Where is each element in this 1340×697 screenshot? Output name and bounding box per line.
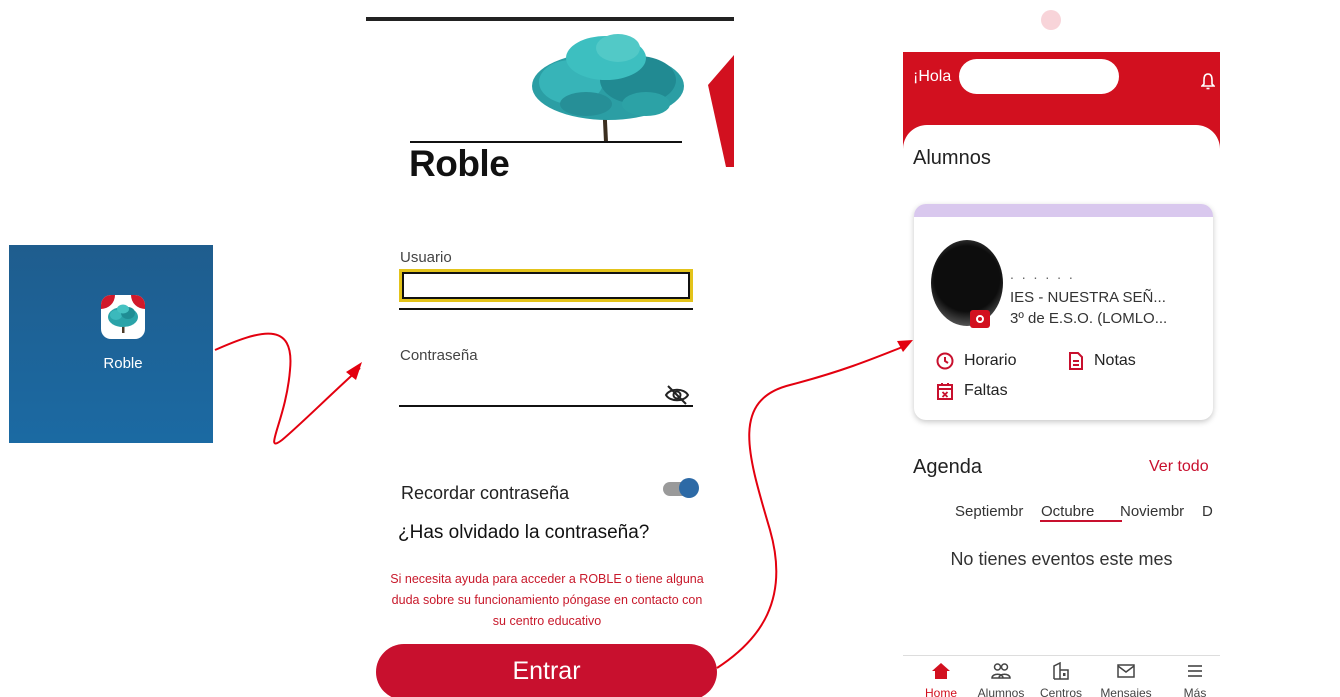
card-accent — [914, 204, 1213, 217]
calendar-x-icon — [937, 383, 953, 400]
nav-centers[interactable]: Centros — [1031, 656, 1091, 697]
password-input[interactable] — [399, 378, 659, 404]
people-icon — [991, 663, 1011, 679]
student-name: . . . . . . — [1010, 266, 1075, 282]
document-icon — [1069, 352, 1083, 370]
arrow-head-1 — [346, 362, 362, 380]
password-label: Contraseña — [400, 347, 478, 364]
roble-app-icon[interactable] — [101, 295, 145, 339]
nav-more-label: Más — [1183, 686, 1207, 697]
absences-button[interactable]: Faltas — [936, 382, 1008, 400]
username-input[interactable] — [399, 269, 693, 302]
nav-students[interactable]: Alumnos — [971, 656, 1031, 697]
tab-month-current[interactable]: Octubre — [1041, 503, 1094, 520]
grades-button[interactable]: Notas — [1068, 352, 1136, 370]
tab-month-prev[interactable]: Septiembr — [955, 503, 1023, 520]
greeting-text: ¡Hola — [913, 68, 952, 85]
brand-name: Roble — [409, 143, 510, 184]
roble-tree-logo — [532, 34, 684, 143]
bottom-nav: Home Alumnos Centros Mensajes Más — [903, 655, 1220, 697]
phone-home-screen: Roble — [9, 245, 213, 443]
student-school: IES - NUESTRA SEÑ... — [1010, 289, 1166, 306]
username-underline — [399, 308, 693, 310]
agenda-title: Agenda — [913, 456, 982, 478]
red-decoration — [708, 55, 734, 167]
menu-icon — [1188, 665, 1202, 677]
student-course: 3º de E.S.O. (LOMLO... — [1010, 310, 1168, 327]
active-month-underline — [1040, 520, 1122, 522]
app-home-screen: ¡Hola Alumnos . . . . . . IES - NUESTRA … — [903, 0, 1220, 697]
tab-month-next2[interactable]: D — [1202, 503, 1213, 520]
month-tabs: Septiembr Octubre Noviembr D — [955, 503, 1220, 529]
app-label: Roble — [103, 355, 143, 372]
clock-icon — [936, 352, 954, 370]
camera-dot — [1041, 10, 1061, 30]
login-screen: Roble Usuario Contraseña Recordar contra… — [366, 0, 734, 697]
see-all-link[interactable]: Ver todo — [1149, 458, 1209, 476]
nav-more[interactable]: Más — [1165, 656, 1220, 697]
students-section-title: Alumnos — [913, 147, 991, 169]
nav-home-label: Home — [924, 686, 957, 697]
status-bar-line — [366, 17, 734, 21]
password-underline — [399, 405, 693, 407]
camera-icon[interactable] — [970, 310, 990, 328]
grades-label: Notas — [1094, 352, 1136, 369]
building-icon — [1053, 662, 1069, 680]
toggle-thumb — [679, 478, 699, 498]
tab-month-next[interactable]: Noviembr — [1120, 503, 1184, 520]
tree-icon — [108, 304, 138, 333]
nav-messages-label: Mensajes — [1100, 686, 1152, 697]
nav-students-label: Alumnos — [977, 686, 1025, 697]
forgot-password-link[interactable]: ¿Has olvidado la contraseña? — [398, 522, 649, 544]
nav-home[interactable]: Home — [911, 656, 971, 697]
tutorial-collage: Roble Roble Usuario Contraseña Recordar … — [0, 0, 1340, 697]
remember-password-label: Recordar contraseña — [401, 483, 570, 503]
avatar — [931, 240, 1003, 326]
mail-icon — [1117, 664, 1135, 678]
username-label: Usuario — [400, 249, 452, 266]
help-text: Si necesita ayuda para acceder a ROBLE o… — [390, 572, 704, 628]
arrow-launcher-to-login — [214, 332, 361, 445]
home-icon — [932, 663, 950, 679]
enter-button[interactable]: Entrar — [376, 644, 717, 697]
arrow-login-to-home — [716, 345, 906, 669]
no-events-text: No tienes eventos este mes — [950, 549, 1173, 569]
schedule-label: Horario — [964, 352, 1017, 369]
nav-messages[interactable]: Mensajes — [1096, 656, 1156, 697]
eye-off-icon[interactable] — [664, 384, 690, 406]
redacted-name — [959, 59, 1119, 94]
schedule-button[interactable]: Horario — [936, 352, 1016, 370]
absences-label: Faltas — [964, 382, 1008, 399]
remember-password-toggle[interactable] — [663, 478, 701, 498]
student-card[interactable]: . . . . . . IES - NUESTRA SEÑ... 3º de E… — [914, 204, 1213, 420]
bell-icon[interactable] — [1201, 72, 1215, 90]
nav-centers-label: Centros — [1039, 686, 1083, 697]
